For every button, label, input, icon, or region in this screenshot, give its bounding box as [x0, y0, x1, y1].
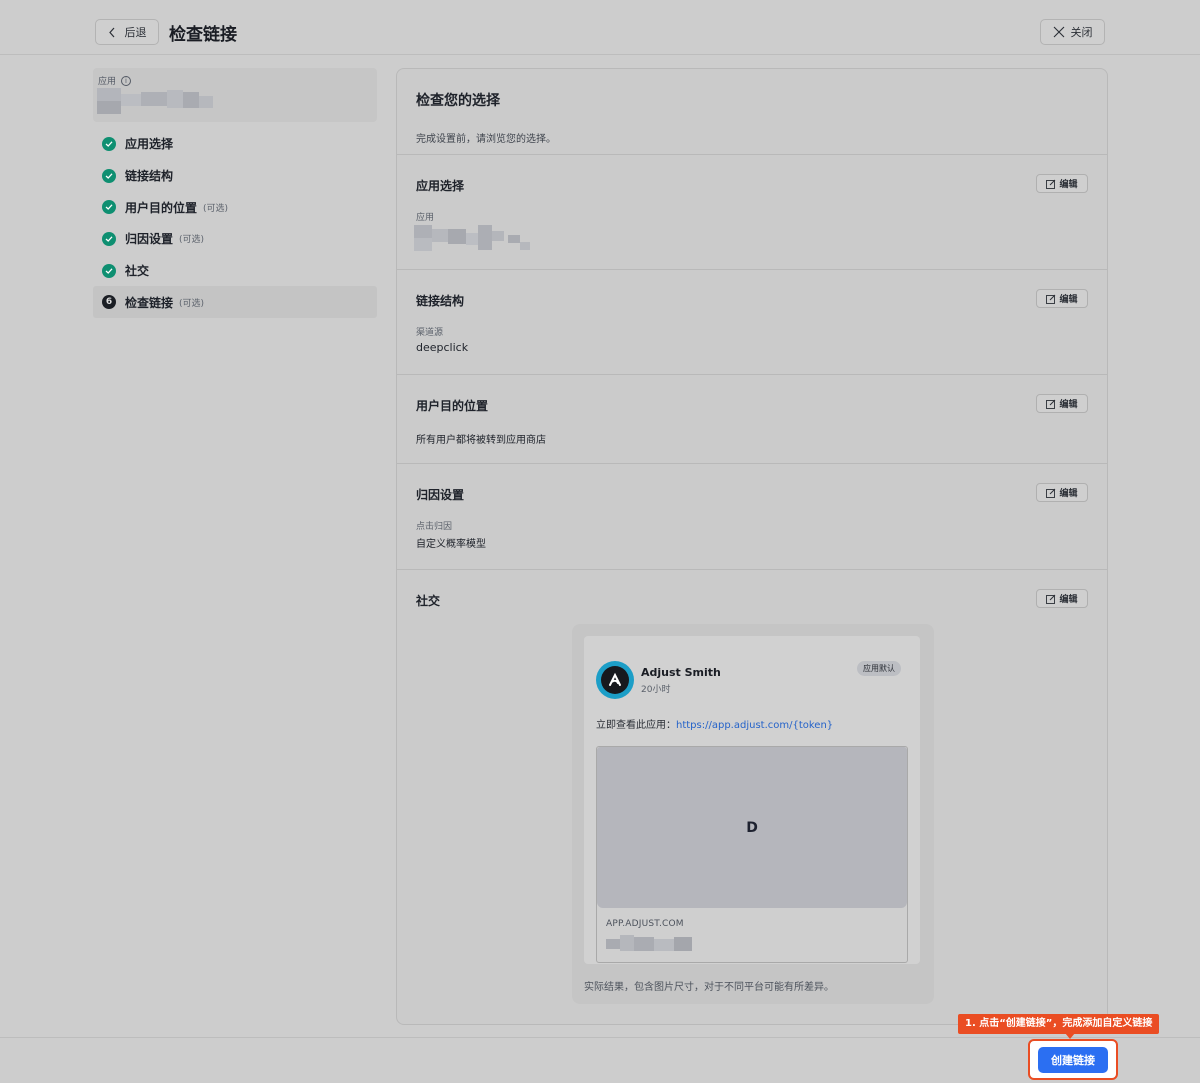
footer-bar [0, 1037, 1200, 1083]
edit-icon [1046, 179, 1056, 189]
section-link-structure: 链接结构 编辑 渠道源 deepclick [397, 270, 1107, 375]
post-user-name: Adjust Smith [641, 666, 721, 679]
step-app-selection[interactable]: 应用选择 [93, 128, 377, 160]
edit-icon [1046, 399, 1056, 409]
edit-app-button[interactable]: 编辑 [1036, 174, 1088, 193]
preview-image: D [597, 747, 907, 908]
app-label: 应用 [98, 77, 117, 87]
review-title: 检查您的选择 [416, 93, 500, 109]
attribution-value: 自定义概率模型 [416, 539, 486, 550]
edit-structure-button[interactable]: 编辑 [1036, 289, 1088, 308]
section-social-title: 社交 [416, 594, 441, 608]
social-post-card: Adjust Smith 20小时 应用默认 立即查看此应用：https://a… [584, 636, 920, 964]
post-time: 20小时 [641, 685, 671, 695]
step-link-structure[interactable]: 链接结构 [93, 160, 377, 192]
close-label: 关闭 [1070, 26, 1093, 39]
preview-title-redacted [606, 935, 696, 952]
edit-icon [1046, 594, 1056, 604]
back-label: 后退 [124, 26, 147, 39]
app-value-redacted [414, 225, 534, 252]
destination-value: 所有用户都将被转到应用商店 [416, 435, 546, 446]
edit-attribution-button[interactable]: 编辑 [1036, 483, 1088, 502]
check-icon [102, 231, 116, 246]
create-link-button[interactable]: 创建链接 [1038, 1047, 1108, 1073]
close-icon [1053, 26, 1064, 38]
app-default-badge: 应用默认 [857, 661, 901, 676]
check-icon [102, 263, 116, 278]
review-subtitle: 完成设置前，请浏览您的选择。 [416, 134, 556, 145]
social-preview: Adjust Smith 20小时 应用默认 立即查看此应用：https://a… [572, 624, 934, 1004]
step-user-destination[interactable]: 用户目的位置 (可选) [93, 191, 377, 223]
steps-list: 应用选择 链接结构 用户目的位置 (可选) 归因设置 (可选) 社交 6 检查链… [93, 128, 377, 319]
post-text: 立即查看此应用：https://app.adjust.com/{token} [596, 720, 834, 731]
review-card: 检查您的选择 完成设置前，请浏览您的选择。 应用选择 编辑 应用 链接结构 编辑… [396, 68, 1108, 1025]
page-title: 检查链接 [169, 25, 237, 45]
section-app-selection: 应用选择 编辑 应用 [397, 155, 1107, 270]
post-link[interactable]: https://app.adjust.com/{token} [676, 720, 833, 731]
step-number: 6 [102, 295, 116, 310]
section-attribution: 归因设置 编辑 点击归因 自定义概率模型 [397, 464, 1107, 570]
step-review-link[interactable]: 6 检查链接 (可选) [93, 286, 377, 319]
link-preview[interactable]: D APP.ADJUST.COM [596, 746, 908, 963]
step-social[interactable]: 社交 [93, 255, 377, 287]
check-icon [102, 200, 116, 215]
section-user-destination: 用户目的位置 编辑 所有用户都将被转到应用商店 [397, 375, 1107, 464]
top-bar: 后退 检查链接 关闭 [0, 0, 1200, 55]
check-icon [102, 136, 116, 151]
preview-domain: APP.ADJUST.COM [606, 919, 684, 929]
avatar [596, 661, 634, 699]
review-header: 检查您的选择 完成设置前，请浏览您的选择。 [397, 69, 1107, 155]
app-selector-summary: 应用 i [93, 68, 377, 122]
edit-destination-button[interactable]: 编辑 [1036, 394, 1088, 413]
chevron-left-icon [108, 27, 114, 37]
step-attribution[interactable]: 归因设置 (可选) [93, 223, 377, 255]
preview-disclaimer: 实际结果，包含图片尺寸，对于不同平台可能有所差异。 [584, 982, 834, 993]
edit-social-button[interactable]: 编辑 [1036, 589, 1088, 608]
close-button[interactable]: 关闭 [1040, 19, 1105, 45]
back-button[interactable]: 后退 [95, 19, 159, 45]
edit-icon [1046, 294, 1056, 304]
adjust-logo-icon [609, 672, 621, 686]
channel-source-value: deepclick [416, 341, 469, 354]
edit-icon [1046, 488, 1056, 498]
check-icon [102, 168, 116, 183]
tutorial-callout: 1. 点击“创建链接”，完成添加自定义链接 [958, 1014, 1160, 1034]
app-name-redacted [97, 88, 217, 114]
info-icon[interactable]: i [121, 75, 132, 86]
